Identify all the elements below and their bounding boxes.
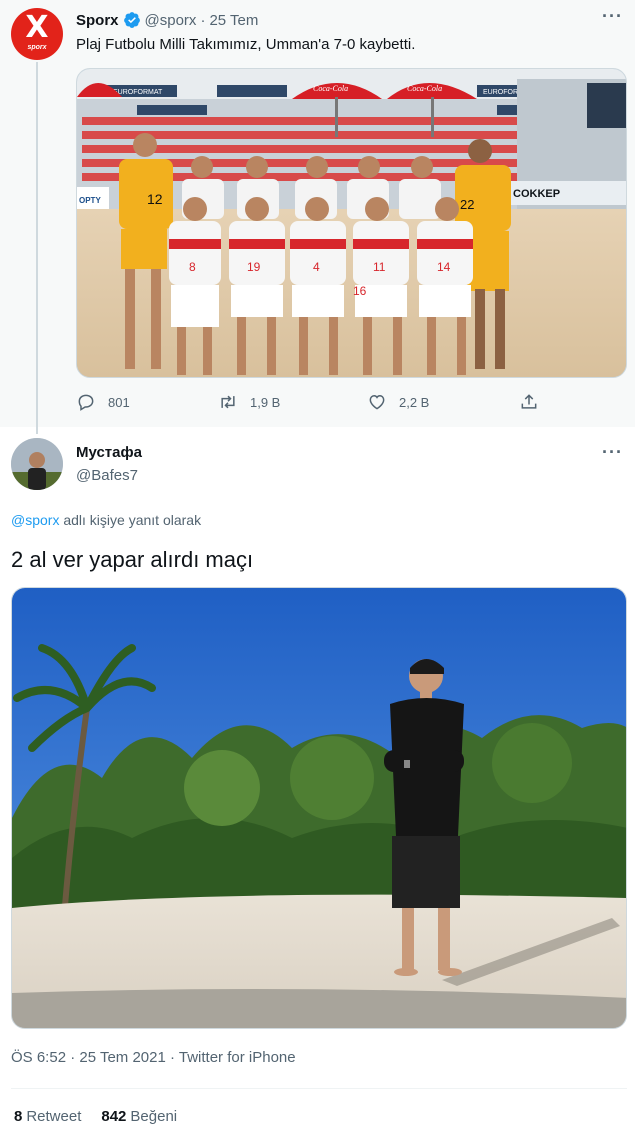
tweet-actions: 801 1,9 B 2,2 B: [0, 392, 635, 416]
retweet-action[interactable]: 1,9 B: [218, 392, 280, 412]
retweet-count: 1,9 B: [250, 394, 281, 410]
share-icon: [521, 394, 537, 409]
board-right-text: COKKEP: [513, 188, 560, 200]
reply-action[interactable]: 801: [76, 392, 130, 412]
avatar-logo-mark: X: [25, 10, 49, 45]
umbrella-brand: Coca-Cola: [313, 84, 348, 93]
jersey-number: 11: [373, 260, 386, 274]
avatar-logo-text: sporx: [27, 44, 47, 51]
avatar-photo: [11, 438, 63, 490]
heart-icon: [369, 394, 385, 410]
reply-author-avatar[interactable]: [11, 438, 63, 490]
reply-count: 801: [108, 394, 130, 410]
beach-photo-illustration: [12, 588, 626, 1028]
thread-line: [36, 62, 38, 434]
tweet-timestamp[interactable]: ÖS 6:52 · 25 Tem 2021 · Twitter for iPho…: [11, 1049, 296, 1066]
reply-author-name[interactable]: Мустафа: [76, 444, 142, 461]
jersey-number: 22: [460, 197, 474, 212]
retweet-icon: [221, 395, 235, 409]
board-left-text: OPTY: [79, 196, 101, 205]
jersey-number: 12: [147, 191, 163, 207]
umbrella-brand-2: Coca-Cola: [407, 84, 442, 93]
meta-separator: ·: [200, 11, 206, 29]
tweet-date[interactable]: 25 Tem: [209, 12, 258, 29]
retweets-count[interactable]: 8: [14, 1108, 22, 1125]
author-name[interactable]: Sporx: [76, 12, 119, 29]
team-photo-illustration: EUROFORMAT EUROFORMAT Coca-Cola Coca-Col…: [77, 69, 626, 377]
reply-icon: [78, 394, 94, 411]
team-photo[interactable]: EUROFORMAT EUROFORMAT Coca-Cola Coca-Col…: [76, 68, 627, 378]
beach-photo[interactable]: [11, 587, 627, 1029]
like-count: 2,2 B: [399, 394, 430, 410]
parent-tweet-text: Plaj Futbolu Milli Takımımız, Umman'a 7-…: [76, 36, 416, 53]
jersey-number: 19: [247, 260, 261, 274]
sporx-avatar[interactable]: X sporx: [11, 8, 63, 60]
like-action[interactable]: 2,2 B: [367, 392, 429, 412]
jersey-number: 14: [437, 260, 451, 274]
likes-count[interactable]: 842: [101, 1108, 126, 1125]
likes-label[interactable]: Beğeni: [130, 1108, 177, 1125]
jersey-number: 8: [189, 260, 196, 274]
author-handle[interactable]: @sporx: [145, 12, 197, 29]
jersey-number: 4: [313, 260, 320, 274]
divider: [11, 1088, 627, 1089]
parent-tweet-header: Sporx @sporx · 25 Tem: [76, 10, 258, 30]
more-options-icon[interactable]: ···: [602, 6, 623, 27]
jersey-number: 16: [353, 284, 367, 298]
share-action[interactable]: [519, 392, 551, 412]
replying-to: @sporx adlı kişiye yanıt olarak: [11, 512, 201, 528]
more-options-icon[interactable]: ···: [602, 442, 623, 463]
reply-author-handle[interactable]: @Bafes7: [76, 467, 138, 484]
replying-label: adlı kişiye yanıt olarak: [59, 512, 202, 528]
retweets-label[interactable]: Retweet: [26, 1108, 81, 1125]
replying-mention-link[interactable]: @sporx: [11, 512, 59, 528]
engagement-stats: 8 Retweet 842 Beğeni: [14, 1108, 197, 1125]
reply-tweet-text: 2 al ver yapar alırdı maçı: [11, 547, 254, 572]
banner-text: EUROFORMAT: [113, 89, 163, 96]
verified-badge-icon: [123, 12, 140, 28]
parent-tweet[interactable]: X sporx Sporx @sporx · 25 Tem ··· Plaj F…: [0, 0, 635, 434]
